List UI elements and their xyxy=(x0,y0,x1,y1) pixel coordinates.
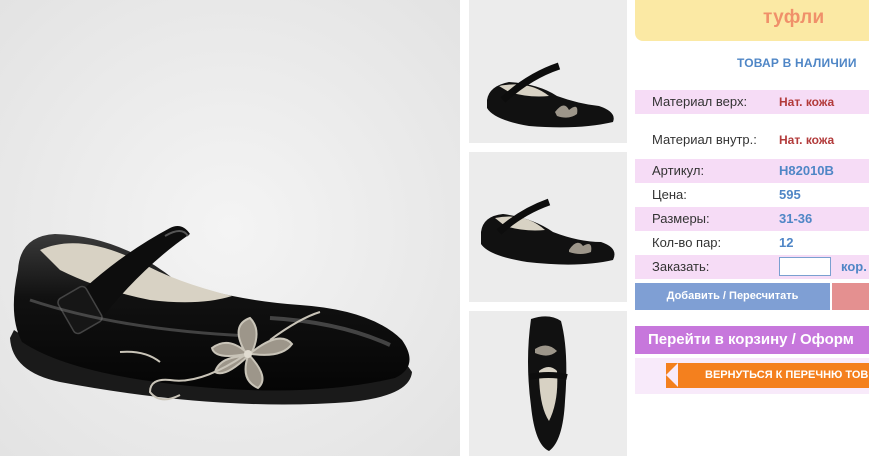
spec-value: H82010B xyxy=(779,163,834,178)
back-to-list-button[interactable]: ВЕРНУТЬСЯ К ПЕРЕЧНЮ ТОВ xyxy=(666,363,869,388)
spec-row-article: Артикул: H82010B xyxy=(635,159,869,183)
image-gutter xyxy=(460,0,469,456)
quantity-unit: кор. xyxy=(841,259,867,274)
spec-label: Материал внутр.: xyxy=(652,132,757,147)
spec-label: Размеры: xyxy=(652,211,710,226)
add-recalculate-button[interactable]: Добавить / Пересчитать xyxy=(635,283,830,310)
shoe-thumbnail-side xyxy=(469,0,627,143)
spec-value: 31-36 xyxy=(779,211,813,226)
shoe-thumbnail-top xyxy=(469,311,627,456)
spec-value: 12 xyxy=(779,235,794,250)
secondary-action-button[interactable] xyxy=(832,283,869,310)
spec-label: Материал верх: xyxy=(652,94,748,109)
spec-row-material-inner: Материал внутр.: Нат. кожа xyxy=(635,128,869,152)
thumbnail-3[interactable] xyxy=(469,311,627,456)
spec-label: Артикул: xyxy=(652,163,705,178)
quantity-input[interactable] xyxy=(779,257,831,276)
shoe-side-view-illustration xyxy=(0,0,460,456)
spec-value: Нат. кожа xyxy=(779,95,835,109)
product-title-box: туфли xyxy=(635,0,869,41)
spec-label: Кол-во пар: xyxy=(652,235,722,250)
product-page: туфли ТОВАР В НАЛИЧИИ Материал верх: Нат… xyxy=(0,0,869,456)
go-to-cart-button[interactable]: Перейти в корзину / Оформ xyxy=(635,326,869,354)
spec-value: 595 xyxy=(779,187,801,202)
order-row: Заказать: кор. xyxy=(635,255,869,279)
spec-row-price: Цена: 595 xyxy=(635,183,869,207)
back-button-area: ВЕРНУТЬСЯ К ПЕРЕЧНЮ ТОВ xyxy=(635,358,869,394)
spec-value: Нат. кожа xyxy=(779,133,835,147)
order-label: Заказать: xyxy=(652,259,710,274)
product-info-panel: туфли ТОВАР В НАЛИЧИИ Материал верх: Нат… xyxy=(635,0,869,456)
shoe-thumbnail-angle xyxy=(469,152,627,302)
main-product-image[interactable] xyxy=(0,0,460,456)
thumbnail-1[interactable] xyxy=(469,0,627,143)
thumbnail-2[interactable] xyxy=(469,152,627,302)
stock-status: ТОВАР В НАЛИЧИИ xyxy=(737,56,857,70)
product-title: туфли xyxy=(763,7,825,28)
spec-row-sizes: Размеры: 31-36 xyxy=(635,207,869,231)
spec-label: Цена: xyxy=(652,187,687,202)
spec-row-material-upper: Материал верх: Нат. кожа xyxy=(635,90,869,114)
spec-row-pairs: Кол-во пар: 12 xyxy=(635,231,869,255)
